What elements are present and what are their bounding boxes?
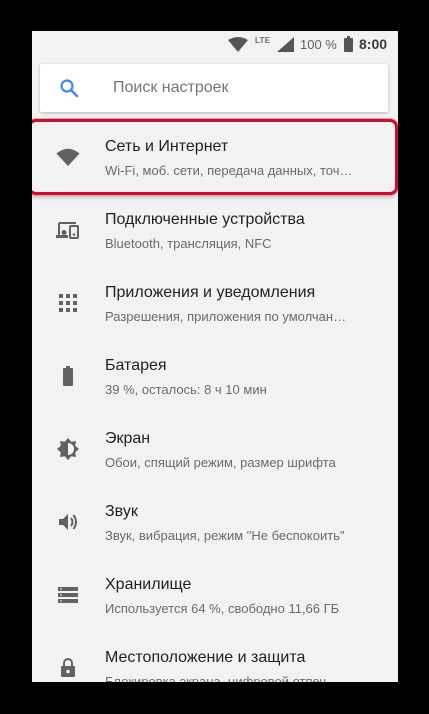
settings-item-battery[interactable]: Батарея 39 %, осталось: 8 ч 10 мин xyxy=(32,342,398,415)
apps-icon xyxy=(59,294,77,312)
status-bar: LTE 100 % 8:00 xyxy=(32,31,398,58)
settings-item-subtitle: Wi-Fi, моб. сети, передача данных, точ… xyxy=(105,163,353,178)
volume-icon xyxy=(59,514,77,530)
settings-item-title: Батарея xyxy=(105,357,167,374)
settings-item-security[interactable]: Местоположение и защита Блокировка экран… xyxy=(32,634,398,682)
brightness-icon xyxy=(57,438,79,460)
settings-item-title: Экран xyxy=(105,430,151,447)
settings-item-title: Местоположение и защита xyxy=(105,649,306,666)
settings-item-subtitle: Разрешения, приложения по умолчан… xyxy=(105,309,347,324)
settings-item-connected-devices[interactable]: Подключенные устройства Bluetooth, транс… xyxy=(32,196,398,269)
wifi-icon xyxy=(56,148,80,166)
settings-item-network[interactable]: Сеть и Интернет Wi-Fi, моб. сети, переда… xyxy=(32,123,398,196)
settings-item-storage[interactable]: Хранилище Используется 64 %, свободно 11… xyxy=(32,561,398,634)
battery-percent-label: 100 % xyxy=(300,37,337,52)
search-bar[interactable]: Поиск настроек xyxy=(40,64,388,112)
devices-icon xyxy=(56,222,79,239)
settings-item-subtitle: 39 %, осталось: 8 ч 10 мин xyxy=(105,382,267,397)
settings-screen: LTE 100 % 8:00 Поиск настроек Сеть и Инт… xyxy=(32,31,398,682)
settings-item-title: Подключенные устройства xyxy=(105,211,305,228)
settings-item-display[interactable]: Экран Обои, спящий режим, размер шрифта xyxy=(32,415,398,488)
settings-item-title: Приложения и уведомления xyxy=(105,284,316,301)
settings-item-title: Звук xyxy=(105,503,138,520)
settings-item-apps[interactable]: Приложения и уведомления Разрешения, при… xyxy=(32,269,398,342)
battery-status-icon xyxy=(344,36,353,52)
lock-icon xyxy=(61,658,75,677)
settings-item-subtitle: Bluetooth, трансляция, NFC xyxy=(105,236,272,251)
battery-icon xyxy=(63,366,73,386)
settings-item-subtitle: Обои, спящий режим, размер шрифта xyxy=(105,455,336,470)
settings-item-subtitle: Звук, вибрация, режим "Не беспокоить" xyxy=(105,528,345,543)
wifi-status-icon xyxy=(228,37,248,52)
settings-item-title: Сеть и Интернет xyxy=(105,138,229,155)
clock: 8:00 xyxy=(359,36,388,52)
settings-item-subtitle: Блокировка экрана, цифровой отпеч… xyxy=(105,674,340,682)
settings-item-title: Хранилище xyxy=(105,576,192,593)
search-icon xyxy=(60,79,79,98)
search-placeholder: Поиск настроек xyxy=(113,79,229,96)
settings-item-sound[interactable]: Звук Звук, вибрация, режим "Не беспокоит… xyxy=(32,488,398,561)
cell-signal-icon xyxy=(277,37,294,52)
network-type-label: LTE xyxy=(255,36,271,45)
storage-icon xyxy=(58,587,78,603)
settings-item-subtitle: Используется 64 %, свободно 11,66 ГБ xyxy=(105,601,340,616)
